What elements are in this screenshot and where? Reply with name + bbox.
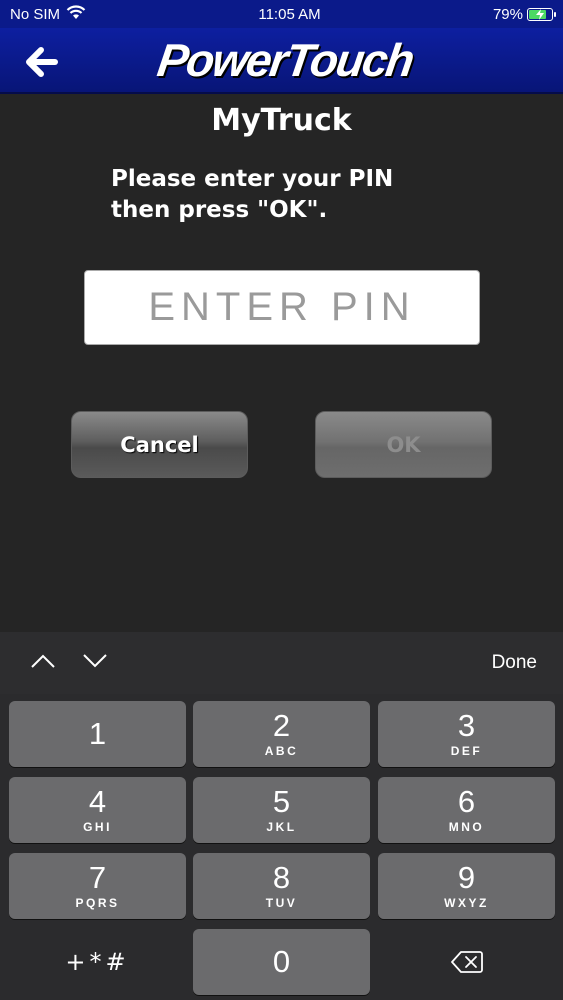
field-nav (30, 653, 108, 673)
key-letters: ABC (264, 744, 299, 758)
key-digit: 9 (457, 860, 476, 895)
done-button[interactable]: Done (492, 652, 537, 674)
key-delete[interactable] (378, 929, 555, 995)
status-right: 79% (492, 5, 556, 23)
key-digit: 2 (272, 708, 291, 743)
chevron-down-icon[interactable] (82, 653, 108, 673)
instructions-line-2: then press "OK". (111, 197, 328, 223)
key-digit: 3 (457, 708, 476, 743)
battery-percent: 79% (492, 5, 523, 23)
key-letters: PQRS (75, 896, 120, 910)
ok-button[interactable]: OK (315, 411, 492, 478)
wifi-icon (66, 4, 86, 24)
key-9[interactable]: 9 WXYZ (378, 853, 555, 919)
key-letters: TUV (265, 896, 298, 910)
key-digit: 4 (88, 784, 107, 819)
key-5[interactable]: 5 JKL (193, 777, 370, 843)
pin-input[interactable] (84, 270, 480, 345)
clock: 11:05 AM (258, 5, 321, 23)
status-left: No SIM (10, 4, 86, 24)
key-4[interactable]: 4 GHI (9, 777, 186, 843)
key-3[interactable]: 3 DEF (378, 701, 555, 767)
back-arrow-icon (26, 47, 58, 77)
chevron-up-icon[interactable] (30, 653, 56, 673)
key-7[interactable]: 7 PQRS (9, 853, 186, 919)
key-2[interactable]: 2 ABC (193, 701, 370, 767)
powertouch-logo: PowerTouch (150, 34, 420, 86)
key-symbols[interactable]: +*# (9, 929, 186, 995)
key-0[interactable]: 0 (193, 929, 370, 995)
key-letters: DEF (450, 744, 483, 758)
battery-icon (527, 7, 556, 21)
backspace-icon (450, 951, 483, 973)
key-digit: 6 (457, 784, 476, 819)
key-letters: JKL (266, 820, 297, 834)
keyboard-toolbar: Done (0, 632, 563, 694)
key-letters: GHI (83, 820, 112, 834)
app-header: PowerTouch (0, 28, 563, 94)
key-digit: 8 (272, 860, 291, 895)
key-letters: WXYZ (444, 896, 489, 910)
key-1[interactable]: 1 (9, 701, 186, 767)
key-digit: 1 (88, 716, 107, 751)
key-digit: 5 (272, 784, 291, 819)
key-digit: 7 (88, 860, 107, 895)
number-keypad: 1 2 ABC 3 DEF 4 GHI 5 JKL 6 MNO 7 PQRS 8… (0, 694, 563, 1000)
symbols-label: +*# (65, 948, 130, 976)
page-title: MyTruck (211, 103, 352, 138)
key-letters: MNO (448, 820, 485, 834)
instructions-line-1: Please enter your PIN (111, 166, 394, 192)
instructions: Please enter your PIN then press "OK". (111, 164, 431, 226)
status-bar: No SIM 11:05 AM 79% (0, 0, 563, 28)
back-button[interactable] (20, 42, 64, 82)
carrier-label: No SIM (10, 5, 61, 23)
key-digit: 0 (272, 944, 291, 979)
key-6[interactable]: 6 MNO (378, 777, 555, 843)
logo-text: PowerTouch (154, 34, 416, 86)
cancel-button[interactable]: Cancel (71, 411, 248, 478)
key-8[interactable]: 8 TUV (193, 853, 370, 919)
